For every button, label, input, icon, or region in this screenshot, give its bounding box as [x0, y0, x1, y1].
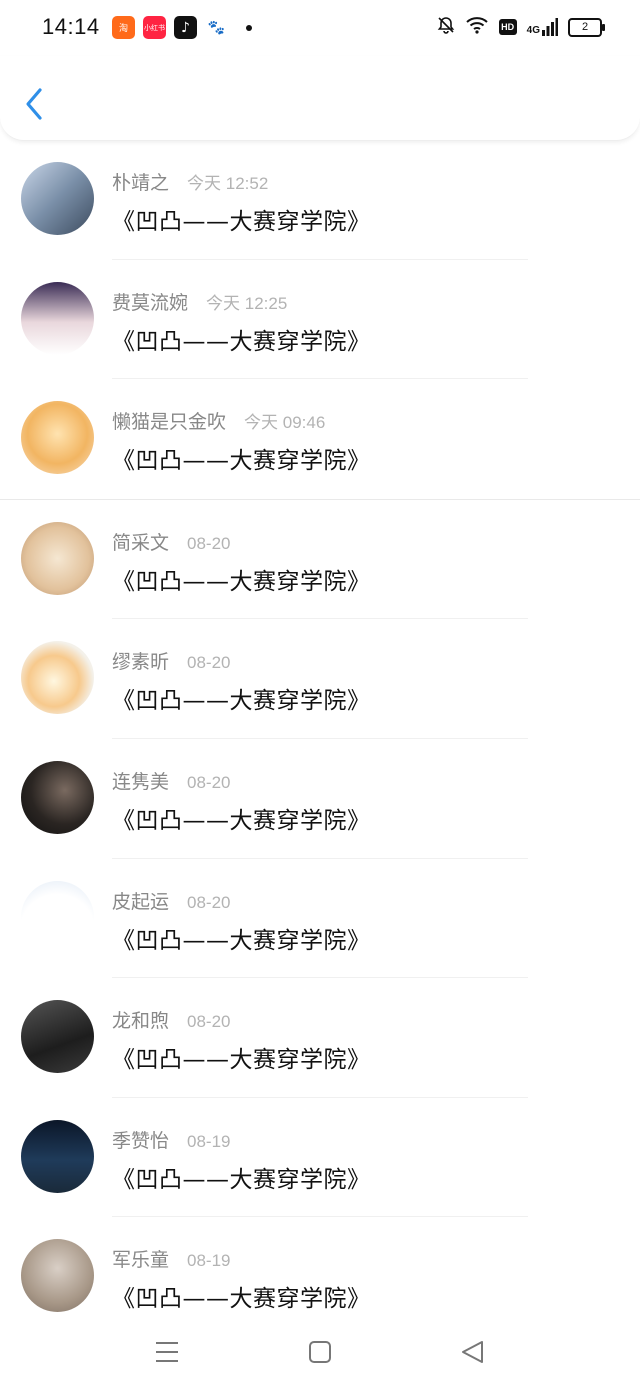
notification-dot-icon — [246, 25, 252, 31]
sender-name: 龙和煦 — [112, 1010, 170, 1033]
sender-name: 军乐童 — [112, 1249, 170, 1272]
avatar[interactable] — [21, 760, 94, 834]
menu-button[interactable] — [147, 1332, 187, 1372]
sender-name: 朴靖之 — [112, 172, 170, 194]
status-time: 14:14 — [42, 14, 100, 39]
home-button[interactable] — [300, 1332, 340, 1372]
sender-name: 缪素昕 — [112, 651, 170, 674]
avatar[interactable] — [21, 1119, 94, 1193]
app-icon-tiktok: ♪ — [174, 16, 197, 39]
hd-badge: HD — [498, 19, 517, 35]
message-time: 08-20 — [187, 533, 231, 553]
list-item[interactable]: 朴靖之 今天 12:52 《凹凸——大赛穿学院》 — [0, 140, 640, 260]
message-time: 08-20 — [187, 892, 231, 912]
battery-icon: 2 — [568, 17, 605, 37]
avatar[interactable] — [21, 880, 94, 954]
wifi-icon — [465, 16, 489, 38]
sender-name: 皮起运 — [112, 890, 170, 913]
list-item[interactable]: 费莫流婉 今天 12:25 《凹凸——大赛穿学院》 — [0, 260, 640, 380]
list-item[interactable]: 懒猫是只金吹 今天 09:46 《凹凸——大赛穿学院》 — [0, 379, 640, 499]
system-back-button[interactable] — [452, 1332, 492, 1372]
battery-level: 2 — [581, 21, 589, 33]
message-time: 08-20 — [187, 1012, 231, 1032]
avatar[interactable] — [21, 162, 94, 235]
message-text: 《凹凸——大赛穿学院》 — [112, 807, 371, 834]
message-text: 《凹凸——大赛穿学院》 — [112, 1047, 371, 1074]
message-text: 《凹凸——大赛穿学院》 — [112, 448, 371, 475]
header-bar — [0, 56, 640, 141]
message-time: 今天 12:52 — [187, 174, 269, 193]
avatar[interactable] — [21, 1239, 94, 1313]
list-item[interactable]: 缪素昕 08-20 《凹凸——大赛穿学院》 — [0, 619, 640, 739]
list-item[interactable]: 皮起运 08-20 《凹凸——大赛穿学院》 — [0, 859, 640, 979]
avatar[interactable] — [21, 641, 94, 715]
app-icon-red: 小红书 — [143, 16, 166, 39]
avatar[interactable] — [21, 1000, 94, 1074]
sender-name: 懒猫是只金吹 — [112, 411, 227, 434]
avatar[interactable] — [21, 281, 94, 355]
message-text: 《凹凸——大赛穿学院》 — [112, 568, 371, 595]
message-text: 《凹凸——大赛穿学院》 — [112, 927, 371, 954]
silent-bell-icon — [437, 16, 455, 38]
list-item[interactable]: 龙和煦 08-20 《凹凸——大赛穿学院》 — [0, 978, 640, 1098]
sender-name: 简采文 — [112, 531, 170, 554]
message-text: 《凹凸——大赛穿学院》 — [112, 1286, 371, 1313]
message-list: 朴靖之 今天 12:52 《凹凸——大赛穿学院》 费莫流婉 今天 12:25 《凹凸… — [0, 140, 640, 1337]
home-square-icon — [300, 1341, 340, 1376]
status-bar: 14:14 淘 小红书 ♪ 🐾 HD 4G 2 — [0, 0, 640, 56]
sender-name: 费莫流婉 — [112, 291, 189, 314]
signal-icon: 4G — [527, 18, 558, 36]
sender-name: 季赞怡 — [112, 1129, 170, 1152]
message-time: 今天 09:46 — [244, 413, 326, 433]
message-time: 08-19 — [187, 1131, 231, 1151]
app-icon-orange: 淘 — [112, 16, 135, 39]
message-text: 《凹凸——大赛穿学院》 — [112, 209, 371, 235]
message-time: 今天 12:25 — [206, 293, 288, 313]
message-text: 《凹凸——大赛穿学院》 — [112, 688, 371, 715]
avatar[interactable] — [21, 401, 94, 475]
message-time: 08-19 — [187, 1251, 231, 1271]
status-indicators: HD 4G 2 — [437, 16, 605, 38]
message-text: 《凹凸——大赛穿学院》 — [112, 328, 371, 355]
chevron-left-icon — [18, 88, 52, 128]
sender-name: 连隽美 — [112, 770, 170, 793]
menu-icon — [147, 1342, 187, 1376]
back-triangle-icon — [452, 1341, 492, 1376]
list-item[interactable]: 季赞怡 08-19 《凹凸——大赛穿学院》 — [0, 1098, 640, 1218]
avatar[interactable] — [21, 521, 94, 595]
message-text: 《凹凸——大赛穿学院》 — [112, 1166, 371, 1193]
message-time: 08-20 — [187, 653, 231, 673]
list-item[interactable]: 简采文 08-20 《凹凸——大赛穿学院》 — [0, 500, 640, 620]
message-time: 08-20 — [187, 772, 231, 792]
app-icon-paw: 🐾 — [205, 16, 228, 39]
system-navigation-bar — [0, 1314, 640, 1387]
list-item[interactable]: 连隽美 08-20 《凹凸——大赛穿学院》 — [0, 739, 640, 859]
notification-app-icons: 淘 小红书 ♪ 🐾 — [112, 16, 228, 39]
back-button[interactable] — [18, 84, 52, 124]
network-type-label: 4G — [526, 25, 540, 36]
